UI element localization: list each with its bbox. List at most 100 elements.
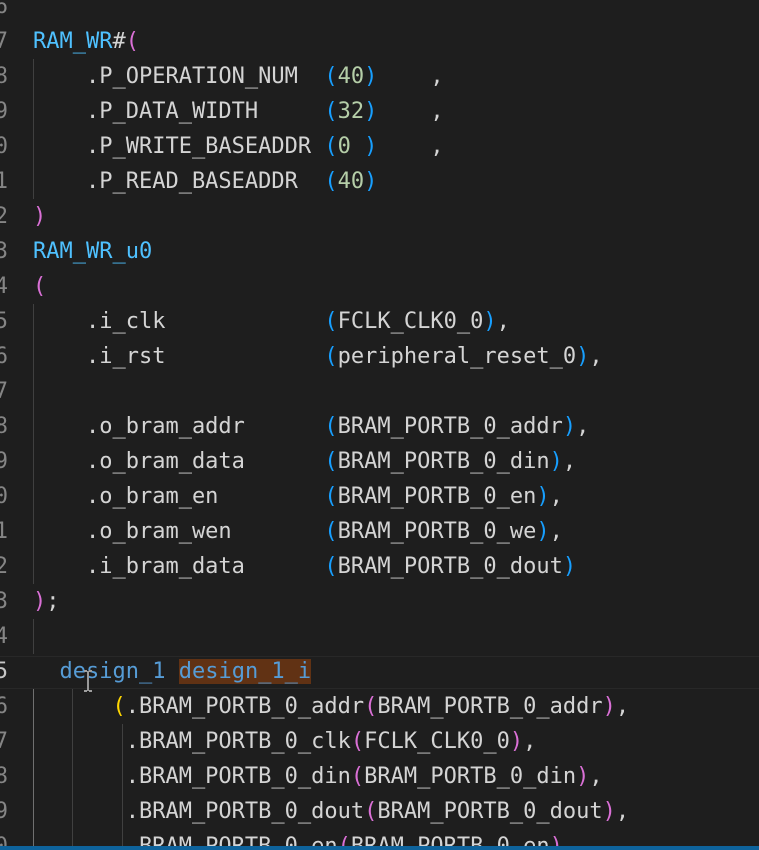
line-number: 5	[0, 659, 8, 684]
code-line[interactable]: 9 .o_bram_data (BRAM_PORTB_0_din),	[0, 444, 759, 479]
line-number: 0	[0, 484, 8, 509]
code-text: .o_bram_wen (BRAM_PORTB_0_we),	[33, 514, 563, 549]
code-token: .i_clk	[33, 309, 325, 334]
highlighted-token: design_1_i	[178, 659, 312, 684]
code-token: ,	[589, 344, 603, 369]
code-line[interactable]: 7	[0, 374, 759, 409]
code-token: BRAM_PORTB_0_we	[337, 519, 537, 544]
code-text: .o_bram_data (BRAM_PORTB_0_din),	[33, 444, 576, 479]
code-token: BRAM_PORTB_0_addr	[377, 694, 603, 719]
indent-guide	[33, 59, 34, 199]
line-number: 4	[0, 624, 8, 649]
code-token: .o_bram_wen	[33, 519, 325, 544]
code-text: RAM_WR#(	[33, 24, 139, 59]
code-token: )	[483, 309, 497, 334]
code-token: ,	[549, 519, 563, 544]
code-token: BRAM_PORTB_0_addr	[337, 414, 563, 439]
i-beam-cursor-icon	[84, 670, 92, 692]
code-token: ,	[576, 414, 590, 439]
code-line[interactable]: 8 .o_bram_addr (BRAM_PORTB_0_addr),	[0, 409, 759, 444]
indent-guide	[33, 304, 34, 584]
code-text: .i_bram_data (BRAM_PORTB_0_dout)	[33, 549, 576, 584]
line-number: 9	[0, 449, 8, 474]
code-text: .P_DATA_WIDTH (32) ,	[33, 94, 444, 129]
code-token: )	[364, 134, 378, 159]
code-line[interactable]: 3 RAM_WR_u0	[0, 234, 759, 269]
code-line[interactable]: 1 .P_READ_BASEADDR (40)	[0, 164, 759, 199]
code-line[interactable]: 7 RAM_WR#(	[0, 24, 759, 59]
code-token: (	[324, 344, 338, 369]
code-token: BRAM_PORTB_0_din	[337, 449, 550, 474]
code-line[interactable]: 9 .P_DATA_WIDTH (32) ,	[0, 94, 759, 129]
code-line[interactable]: 5 design_1 design_1_i	[0, 654, 759, 689]
code-text: .BRAM_PORTB_0_din(BRAM_PORTB_0_din),	[33, 759, 603, 794]
code-token: ,	[589, 764, 603, 789]
code-token: )	[602, 799, 616, 824]
code-token: 40	[337, 64, 365, 89]
code-token: (	[324, 99, 338, 124]
code-token: .o_bram_addr	[33, 414, 325, 439]
code-token: (	[112, 694, 126, 719]
code-token: .P_DATA_WIDTH	[33, 99, 325, 124]
code-token: .o_bram_data	[33, 449, 325, 474]
code-line[interactable]: 9 .BRAM_PORTB_0_dout(BRAM_PORTB_0_dout),	[0, 794, 759, 829]
line-number: 8	[0, 764, 8, 789]
code-token: ,	[562, 449, 577, 474]
code-line[interactable]: 4	[0, 619, 759, 654]
code-token: BRAM_PORTB_0_dout	[337, 554, 563, 579]
code-token: (	[324, 64, 338, 89]
code-line[interactable]: 6 (.BRAM_PORTB_0_addr(BRAM_PORTB_0_addr)…	[0, 689, 759, 724]
code-token: 0	[337, 134, 365, 159]
code-token: )	[576, 344, 590, 369]
line-number: 0	[0, 134, 8, 159]
code-token: )	[509, 729, 524, 754]
code-token: )	[364, 169, 378, 194]
code-token: (	[364, 799, 378, 824]
code-line[interactable]: 5 .i_clk (FCLK_CLK0_0),	[0, 304, 759, 339]
code-line[interactable]: 7 .BRAM_PORTB_0_clk(FCLK_CLK0_0),	[0, 724, 759, 759]
code-text: .P_READ_BASEADDR (40)	[33, 164, 377, 199]
indent-guide	[72, 689, 73, 850]
code-token: .i_bram_data	[33, 554, 325, 579]
code-token: ,	[377, 134, 444, 159]
code-line[interactable]: 0 .o_bram_en (BRAM_PORTB_0_en),	[0, 479, 759, 514]
code-text: .BRAM_PORTB_0_clk(FCLK_CLK0_0),	[33, 724, 537, 759]
code-text: (	[33, 269, 46, 304]
code-token: .BRAM_PORTB_0_addr	[125, 694, 365, 719]
code-line[interactable]: 2 .i_bram_data (BRAM_PORTB_0_dout)	[0, 549, 759, 584]
line-number: 2	[0, 554, 8, 579]
code-token: (	[324, 309, 338, 334]
code-text: )	[33, 199, 46, 234]
code-line[interactable]: 4(	[0, 269, 759, 304]
code-token: ,	[377, 99, 444, 124]
code-token: peripheral_reset_0	[337, 344, 577, 369]
code-token: )	[33, 589, 47, 614]
code-line[interactable]: 6	[0, 0, 759, 24]
line-number: 6	[0, 0, 8, 19]
code-token: (	[324, 554, 338, 579]
code-line[interactable]: 1 .o_bram_wen (BRAM_PORTB_0_we),	[0, 514, 759, 549]
code-token: (	[324, 449, 338, 474]
code-token: )	[33, 204, 47, 229]
code-line[interactable]: 8 .BRAM_PORTB_0_din(BRAM_PORTB_0_din),	[0, 759, 759, 794]
code-line[interactable]: 6 .i_rst (peripheral_reset_0),	[0, 339, 759, 374]
code-token: (	[350, 764, 365, 789]
code-token: (	[324, 134, 338, 159]
code-line[interactable]: 2)	[0, 199, 759, 234]
code-editor[interactable]: 6 7 RAM_WR#(8 .P_OPERATION_NUM (40) ,9 .P_…	[0, 0, 759, 850]
code-text: .o_bram_addr (BRAM_PORTB_0_addr),	[33, 409, 589, 444]
code-token: )	[364, 64, 378, 89]
code-token: .BRAM_PORTB_0_dout	[33, 799, 365, 824]
code-token: .i_rst	[33, 344, 325, 369]
code-token: .o_bram_en	[33, 484, 325, 509]
status-bar-edge	[0, 846, 759, 850]
indent-guide	[122, 724, 123, 850]
code-line[interactable]: 3);	[0, 584, 759, 619]
code-line[interactable]: 0 .P_WRITE_BASEADDR (0 ) ,	[0, 129, 759, 164]
line-number: 3	[0, 589, 8, 614]
code-token: (	[324, 484, 338, 509]
line-number: 9	[0, 799, 8, 824]
line-number: 9	[0, 99, 8, 124]
code-token: FCLK_CLK0_0	[364, 729, 510, 754]
code-line[interactable]: 8 .P_OPERATION_NUM (40) ,	[0, 59, 759, 94]
